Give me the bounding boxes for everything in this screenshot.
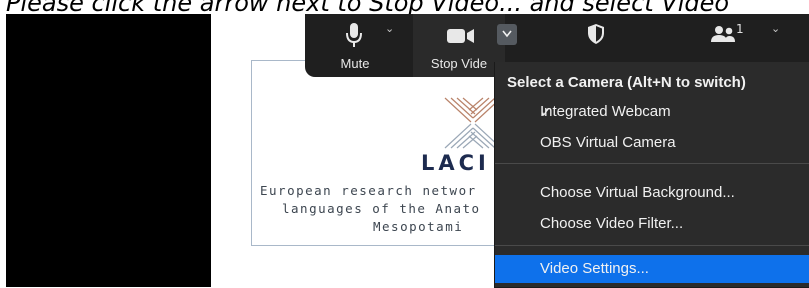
camera-menu: Select a Camera (Alt+N to switch) ✓ Inte… (494, 62, 809, 288)
menu-option-label: Choose Video Filter... (540, 215, 684, 232)
stop-video-label: Stop Vide (430, 56, 488, 71)
microphone-icon (346, 23, 362, 47)
video-settings-option[interactable]: Video Settings... (495, 255, 809, 283)
menu-option-label: Video Settings... (540, 260, 649, 277)
video-options-arrow-button[interactable] (497, 24, 517, 45)
stop-video-button[interactable]: Stop Vide (413, 14, 505, 77)
video-tile-black (6, 14, 211, 287)
participants-count: 1 (736, 22, 744, 36)
menu-option-label: Choose Virtual Background... (540, 184, 735, 201)
logo-title: LACI (421, 151, 490, 175)
mute-button[interactable]: ⌄ Mute (305, 14, 405, 77)
camera-option-label: Integrated Webcam (540, 103, 671, 120)
menu-divider (495, 245, 809, 246)
logo-subtitle-line3: Mesopotami (373, 219, 464, 234)
camera-menu-header: Select a Camera (Alt+N to switch) (507, 74, 746, 91)
choose-virtual-background-option[interactable]: Choose Virtual Background... (495, 179, 809, 207)
video-camera-icon (447, 29, 474, 43)
logo-subtitle-line2: languages of the Anato (282, 201, 481, 216)
participants-icon[interactable] (710, 25, 736, 43)
mute-label: Mute (340, 56, 370, 71)
camera-option-integrated-webcam[interactable]: ✓ Integrated Webcam (495, 98, 809, 126)
choose-video-filter-option[interactable]: Choose Video Filter... (495, 210, 809, 238)
chevron-down-icon[interactable]: ⌄ (385, 22, 394, 35)
camera-option-obs-virtual-camera[interactable]: OBS Virtual Camera (495, 129, 809, 157)
menu-divider (495, 163, 809, 164)
chevron-down-icon (502, 30, 512, 38)
participants-chevron-icon[interactable]: ⌄ (771, 22, 780, 35)
shield-icon[interactable] (586, 23, 606, 45)
logo-subtitle-line1: European research networ (260, 183, 477, 198)
camera-option-label: OBS Virtual Camera (540, 134, 676, 151)
